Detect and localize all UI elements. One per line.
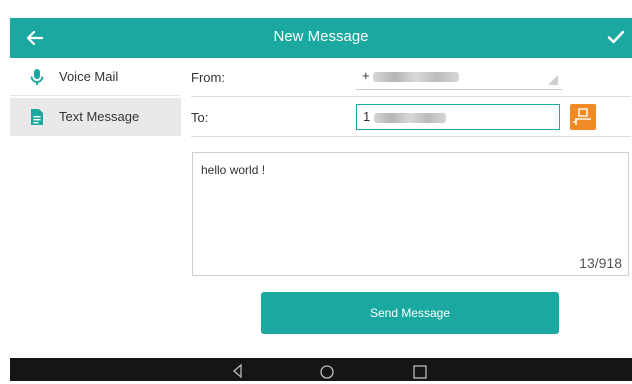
- nav-home-button[interactable]: [319, 363, 335, 379]
- left-margin: [0, 0, 10, 381]
- dropdown-corner-icon: [548, 75, 558, 85]
- nav-back-button[interactable]: [230, 363, 246, 379]
- to-label: To:: [191, 110, 209, 125]
- redacted-number: [373, 71, 460, 82]
- square-recents-icon: [413, 365, 427, 379]
- android-nav-bar: [10, 358, 632, 381]
- to-row: To: 1: [191, 98, 631, 137]
- triangle-back-icon: [233, 363, 242, 379]
- nav-recents-button[interactable]: [412, 363, 428, 379]
- page-title: New Message: [273, 28, 369, 45]
- message-textarea[interactable]: hello world ! 13/918: [192, 152, 629, 276]
- check-icon: [607, 30, 625, 44]
- sidebar-item-text-message[interactable]: Text Message: [10, 98, 181, 136]
- new-message-app: New Message Voice Mail Text Message From…: [10, 18, 632, 381]
- message-text: hello world !: [201, 163, 266, 177]
- sidebar-item-voice-mail[interactable]: Voice Mail: [10, 58, 181, 96]
- to-input[interactable]: 1: [356, 104, 560, 130]
- message-form: From: + To: 1 hello world ! 13/918 Send …: [181, 58, 632, 358]
- screen: New Message Voice Mail Text Message From…: [0, 0, 632, 381]
- add-contact-button[interactable]: [570, 104, 596, 130]
- send-message-button[interactable]: Send Message: [261, 292, 559, 334]
- document-icon: [28, 108, 46, 126]
- circle-home-icon: [320, 365, 334, 379]
- microphone-icon: [28, 68, 46, 86]
- from-row: From: +: [191, 58, 631, 97]
- from-label: From:: [191, 70, 225, 85]
- from-select[interactable]: +: [356, 64, 562, 90]
- contact-book-icon: [573, 108, 591, 125]
- from-value: +: [362, 68, 370, 83]
- character-counter: 13/918: [579, 255, 622, 271]
- to-value: 1: [363, 109, 371, 124]
- title-bar: New Message: [10, 18, 632, 58]
- sidebar-item-label: Text Message: [59, 109, 140, 124]
- redacted-number: [373, 112, 446, 123]
- sidebar-item-label: Voice Mail: [59, 69, 119, 84]
- confirm-button[interactable]: [604, 25, 628, 49]
- sidebar: Voice Mail Text Message: [10, 58, 182, 358]
